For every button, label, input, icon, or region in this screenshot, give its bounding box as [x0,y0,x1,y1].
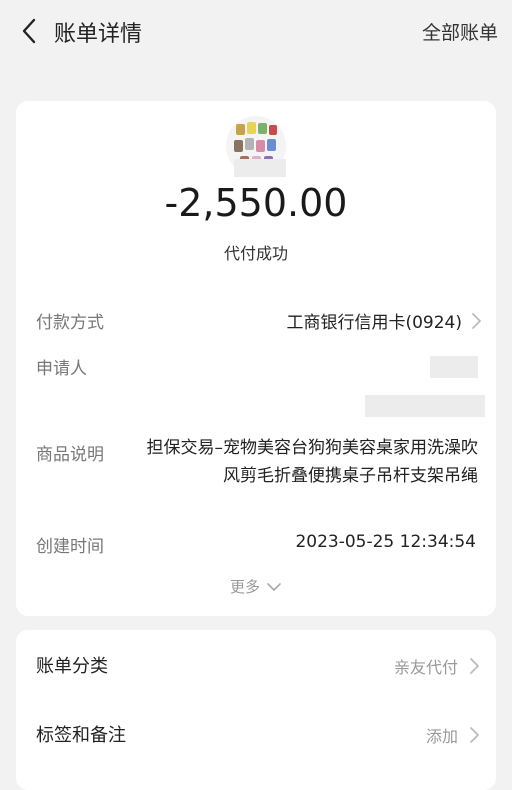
created-time-label: 创建时间 [36,537,104,557]
more-button[interactable]: 更多 [16,576,496,597]
chevron-left-icon [22,18,36,44]
chevron-down-icon [267,582,281,591]
more-label: 更多 [229,578,260,596]
tags-notes-add: 添加 [425,727,458,746]
bill-extra-card: 账单分类 亲友代付 标签和备注 添加 [16,630,496,790]
masked-applicant-name [430,356,478,378]
bill-detail-card: -2,550.00 代付成功 付款方式 工商银行信用卡(0924) 申请人 商品… [16,101,496,616]
applicant-label: 申请人 [36,359,87,379]
page-title: 账单详情 [54,22,143,47]
back-button[interactable] [12,14,46,48]
bill-category-value: 亲友代付 [393,658,458,677]
product-description-value: 担保交易–宠物美容台狗狗美容桌家用洗澡吹风剪毛折叠便携桌子吊杆支架吊绳 [146,438,479,486]
tags-notes-value-group: 添加 [426,723,480,747]
bill-status: 代付成功 [223,244,288,263]
payment-method-label: 付款方式 [36,313,104,333]
masked-merchant-name [234,159,286,177]
masked-applicant-account [365,395,485,417]
product-description-label: 商品说明 [36,445,104,465]
tags-notes-label: 标签和备注 [36,725,126,746]
chevron-right-icon [472,312,481,329]
bill-category-label: 账单分类 [36,656,108,677]
created-time-value: 2023-05-25 12:34:54 [295,532,476,552]
bill-amount: -2,550.00 [164,181,348,225]
payment-method-value: 工商银行信用卡(0924) [286,313,462,333]
bill-category-value-group: 亲友代付 [394,654,480,678]
payment-method-row[interactable]: 工商银行信用卡(0924) [286,308,482,333]
chevron-right-icon [470,727,479,743]
all-bills-link[interactable]: 全部账单 [422,18,498,45]
top-bar: 账单详情 全部账单 [0,0,512,62]
chevron-right-icon [470,658,479,674]
